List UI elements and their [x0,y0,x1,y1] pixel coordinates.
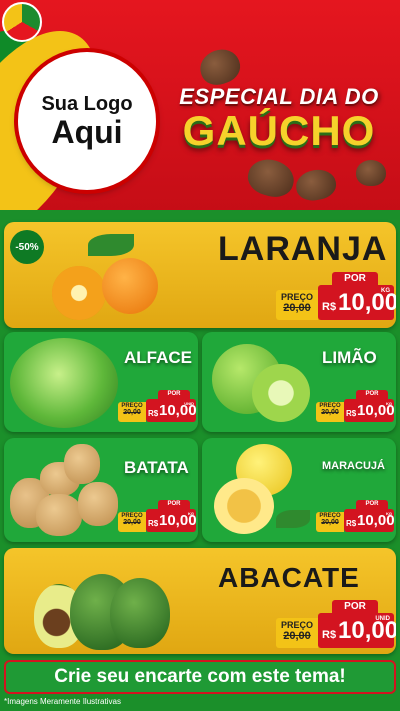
lime-slice-image [252,364,310,422]
new-price-box: R$ 10,00 UNID [318,613,396,648]
potato-image [64,444,100,484]
product-name: ABACATE [218,562,360,593]
product-card-abacate[interactable]: ABACATE POR PREÇO 20,00 R$ 10,00 UNID [4,548,396,654]
price-por-label: POR [158,500,190,509]
orange-leaf-image [88,234,134,256]
price-por-label: POR [332,272,378,285]
unit-label: KG [386,511,392,516]
potato-image [78,482,118,526]
new-price-box: R$ 10,00 KG [318,285,396,320]
passion-fruit-half-image [214,478,274,534]
old-price-value: 20,00 [283,302,311,314]
price-por-label: POR [356,390,388,399]
old-price-value: 20,00 [283,630,311,642]
price-tag: POR PREÇO 20,00 R$ 10,00 UNID [118,390,197,422]
price-por-label: POR [356,500,388,509]
new-price-box: R$ 10,00 KG [146,509,197,532]
discount-badge: -50% [10,230,44,264]
unit-label: KG [386,401,392,406]
passion-fruit-leaf-image [276,510,310,528]
product-name: BATATA [124,458,189,477]
rio-grande-do-sul-flag-icon [2,2,42,42]
product-name: ALFACE [124,348,192,367]
old-price-value: 20,00 [123,409,141,416]
currency-label: R$ [148,409,159,418]
price-por-label: POR [332,600,378,613]
new-price-box: R$ 10,00 KG [344,399,395,422]
product-name: LARANJA [218,230,388,268]
currency-label: R$ [148,519,159,528]
old-price-box: PREÇO 20,00 [316,402,344,422]
avocado-image [110,578,170,648]
orange-image [102,258,158,314]
cta-banner[interactable]: Crie seu encarte com este tema! [4,660,396,694]
product-name: LIMÃO [322,348,377,367]
old-price-box: PREÇO 20,00 [118,402,146,422]
promo-title: ESPECIAL DIA DO GAÚCHO [166,84,392,152]
price-tag: POR PREÇO 20,00 R$ 10,00 KG [118,500,197,532]
currency-label: R$ [346,409,357,418]
old-price-label: PREÇO [280,292,313,302]
price-por-label: POR [158,390,190,399]
old-price-box: PREÇO 20,00 [316,512,344,532]
product-card-maracuja[interactable]: MARACUJÁ POR PREÇO 20,00 R$ 10,00 KG [202,438,396,542]
promo-title-line2: GAÚCHO [182,107,376,154]
unit-label: KG [381,288,390,294]
logo-placeholder[interactable]: Sua Logo Aqui [18,52,156,190]
price-tag: POR PREÇO 20,00 R$ 10,00 KG [276,272,396,320]
price-tag: POR PREÇO 20,00 R$ 10,00 KG [316,390,395,422]
disclaimer-text: *Imagens Meramente Ilustrativas [4,697,121,706]
price-tag: POR PREÇO 20,00 R$ 10,00 UNID [276,600,396,648]
new-price-box: R$ 10,00 KG [344,509,395,532]
old-price-box: PREÇO 20,00 [118,512,146,532]
unit-label: UNID [184,401,194,406]
product-card-limao[interactable]: LIMÃO POR PREÇO 20,00 R$ 10,00 KG [202,332,396,432]
currency-label: R$ [322,301,337,313]
lettuce-image [10,338,118,428]
old-price-value: 20,00 [321,519,339,526]
logo-text-line1: Sua Logo [41,92,133,115]
product-card-batata[interactable]: BATATA POR PREÇO 20,00 R$ 10,00 KG [4,438,198,542]
old-price-box: PREÇO 20,00 [276,618,318,648]
logo-text-line2: Aqui [51,113,123,150]
product-name: MARACUJÁ [322,460,385,472]
price-tag: POR PREÇO 20,00 R$ 10,00 KG [316,500,395,532]
unit-label: UNID [375,616,390,622]
product-card-laranja[interactable]: -50% LARANJA POR PREÇO 20,00 R$ 10,00 KG [4,222,396,328]
currency-label: R$ [346,519,357,528]
old-price-value: 20,00 [321,409,339,416]
currency-label: R$ [322,629,337,641]
old-price-label: PREÇO [280,620,313,630]
unit-label: KG [188,511,194,516]
potato-image [36,494,82,536]
cuia-chimarrao-icon [356,160,386,186]
new-price-box: R$ 10,00 UNID [146,399,197,422]
orange-image [52,266,106,320]
old-price-value: 20,00 [123,519,141,526]
product-card-alface[interactable]: ALFACE POR PREÇO 20,00 R$ 10,00 UNID [4,332,198,432]
old-price-box: PREÇO 20,00 [276,290,318,320]
